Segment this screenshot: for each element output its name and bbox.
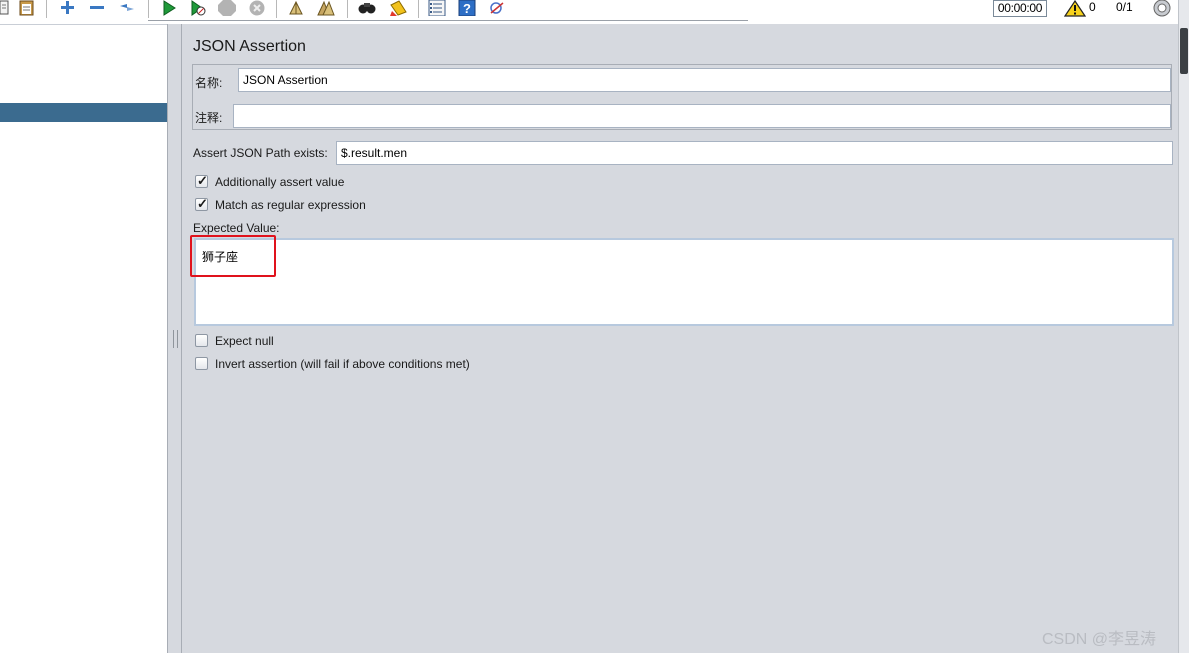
splitter-grip-icon[interactable]	[173, 330, 178, 348]
test-plan-tree[interactable]	[0, 24, 167, 654]
warning-count: 0	[1089, 0, 1096, 14]
svg-text:?: ?	[463, 1, 471, 16]
tree-selected-node[interactable]	[0, 103, 167, 122]
expected-value-label: Expected Value:	[193, 221, 280, 235]
checkmark-icon: ✓	[197, 173, 208, 188]
collapse-icon[interactable]	[88, 0, 106, 16]
thread-indicator-icon	[1153, 0, 1171, 17]
expand-icon[interactable]	[58, 0, 76, 16]
warning-icon[interactable]	[1064, 0, 1086, 17]
json-path-field[interactable]: $.result.men	[336, 141, 1173, 165]
additionally-assert-label: Additionally assert value	[215, 175, 345, 189]
json-path-label: Assert JSON Path exists:	[193, 146, 328, 160]
toolbar: ? 00:00:00 0 0/1	[0, 0, 1189, 22]
template-icon[interactable]	[0, 0, 18, 16]
search-icon[interactable]	[358, 0, 376, 16]
toolbar-separator	[418, 0, 419, 18]
annotation-highlight-box	[190, 235, 276, 277]
toolbar-divider	[148, 20, 748, 21]
reset-search-icon[interactable]	[389, 0, 407, 16]
active-thread-count: 0/1	[1116, 0, 1133, 14]
checkbox-box[interactable]	[195, 334, 208, 347]
start-no-pause-icon[interactable]	[189, 0, 207, 16]
pane-splitter[interactable]	[167, 24, 182, 653]
toolbar-separator	[347, 0, 348, 18]
checkmark-icon: ✓	[197, 196, 208, 211]
help-icon[interactable]: ?	[458, 0, 476, 16]
name-field[interactable]: JSON Assertion	[238, 68, 1171, 92]
expected-value-textarea[interactable]: 狮子座	[190, 235, 1174, 326]
function-helper-icon[interactable]	[428, 0, 446, 16]
checkbox-box[interactable]: ✓	[195, 173, 208, 188]
vertical-scrollbar[interactable]	[1178, 0, 1189, 653]
stop-icon[interactable]	[218, 0, 236, 16]
comment-label: 注释:	[195, 111, 223, 125]
toggle-icon[interactable]	[118, 0, 136, 16]
match-regex-label: Match as regular expression	[215, 198, 366, 212]
scrollbar-thumb[interactable]	[1180, 28, 1188, 74]
name-label: 名称:	[195, 76, 223, 90]
shutdown-icon[interactable]	[248, 0, 266, 16]
checkbox-box[interactable]: ✓	[195, 196, 208, 211]
toolbar-separator	[46, 0, 47, 18]
toolbar-separator	[276, 0, 277, 18]
clipboard-icon[interactable]	[18, 0, 36, 16]
page-title: JSON Assertion	[193, 38, 306, 55]
clear-all-icon[interactable]	[317, 0, 335, 16]
watermark: CSDN @李昱涛	[1042, 631, 1157, 648]
expect-null-label: Expect null	[215, 334, 274, 348]
remote-icon[interactable]	[488, 0, 506, 16]
toolbar-separator	[148, 0, 149, 18]
checkbox-box[interactable]	[195, 357, 208, 370]
clear-icon[interactable]	[287, 0, 305, 16]
comment-field[interactable]	[233, 104, 1171, 128]
elapsed-timer: 00:00:00	[993, 0, 1047, 17]
json-assertion-panel: JSON Assertion 名称: JSON Assertion 注释: As…	[182, 24, 1178, 653]
invert-assertion-label: Invert assertion (will fail if above con…	[215, 357, 470, 371]
start-icon[interactable]	[160, 0, 178, 16]
